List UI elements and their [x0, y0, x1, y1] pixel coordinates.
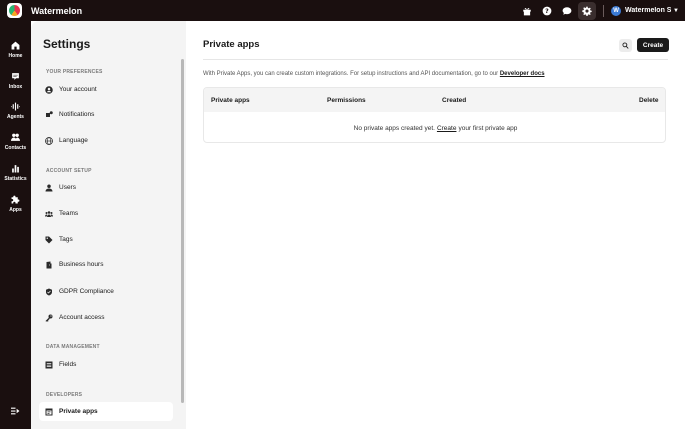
- account-name[interactable]: Watermelon Support: [625, 7, 671, 14]
- door-icon: [46, 261, 52, 268]
- tag-icon: [45, 236, 53, 243]
- nav-item-apps[interactable]: Apps: [0, 195, 31, 213]
- settings-item-label: Your account: [59, 86, 97, 93]
- top-bar-separator: [603, 4, 605, 17]
- settings-item-fields[interactable]: Fields: [39, 355, 173, 374]
- contacts-icon: [11, 133, 20, 141]
- primary-navigation: Home Inbox Agents Contacts Statistics Ap…: [0, 21, 31, 429]
- settings-item-label: Account access: [59, 314, 105, 321]
- section-developers: DEVELOPERS: [46, 392, 83, 398]
- section-account-setup: ACCOUNT SETUP: [46, 168, 92, 174]
- app-title: Watermelon: [31, 5, 83, 16]
- settings-item-private-apps[interactable]: Private apps: [39, 402, 173, 421]
- section-your-preferences: YOUR PREFERENCES: [46, 69, 103, 75]
- settings-item-label: Notifications: [59, 111, 95, 118]
- settings-item-gdpr-compliance[interactable]: GDPR Compliance: [39, 282, 173, 301]
- settings-item-label: Language: [59, 137, 88, 144]
- empty-state-suffix: your first private app: [458, 124, 518, 132]
- svg-text:?: ?: [545, 8, 549, 15]
- column-header-private-apps: Private apps: [211, 96, 250, 104]
- key-icon: [45, 314, 53, 322]
- settings-item-business-hours[interactable]: Business hours: [39, 255, 173, 274]
- settings-item-label: Tags: [59, 236, 73, 243]
- column-header-delete: Delete: [639, 96, 659, 104]
- description-text: With Private Apps, you can create custom…: [203, 71, 499, 77]
- settings-item-notifications[interactable]: Notifications: [39, 105, 173, 124]
- nav-item-inbox[interactable]: Inbox: [0, 72, 31, 90]
- settings-item-label: Business hours: [59, 261, 104, 268]
- chat-button[interactable]: [558, 2, 576, 20]
- account-avatar[interactable]: W: [611, 5, 622, 16]
- create-first-app-link[interactable]: Create: [437, 125, 457, 132]
- chat-bubble-icon: [562, 6, 572, 15]
- nav-item-statistics[interactable]: Statistics: [0, 164, 31, 182]
- header-divider: [203, 59, 668, 60]
- nav-label: Apps: [9, 207, 22, 213]
- page-title: Private apps: [203, 39, 260, 50]
- nav-label: Home: [8, 53, 23, 59]
- app-window-icon: [45, 408, 53, 415]
- top-bar: Watermelon ? W Watermelon Support ▼: [0, 0, 685, 21]
- settings-item-label: Teams: [59, 210, 79, 217]
- private-apps-table: Private apps Permissions Created Delete …: [203, 87, 666, 143]
- settings-item-account-access[interactable]: Account access: [39, 308, 173, 327]
- settings-scrollbar[interactable]: [181, 59, 184, 403]
- settings-item-label: Fields: [59, 361, 77, 368]
- settings-item-label: Users: [59, 184, 76, 191]
- settings-item-language[interactable]: Language: [39, 131, 173, 150]
- settings-title: Settings: [43, 37, 91, 51]
- puzzle-icon: [11, 195, 20, 204]
- empty-state: No private apps created yet. Create your…: [204, 112, 665, 142]
- settings-item-users[interactable]: Users: [39, 178, 173, 197]
- section-data-management: DATA MANAGEMENT: [46, 344, 100, 350]
- gift-button[interactable]: [518, 2, 536, 20]
- nav-item-home[interactable]: Home: [0, 41, 31, 59]
- search-button[interactable]: [619, 39, 632, 52]
- developer-docs-link[interactable]: Developer docs: [500, 71, 545, 77]
- column-header-permissions: Permissions: [327, 96, 366, 104]
- agents-icon: [11, 102, 20, 111]
- settings-sidebar: Settings YOUR PREFERENCES Your account N…: [31, 21, 186, 429]
- user-icon: [45, 184, 53, 191]
- settings-item-teams[interactable]: Teams: [39, 204, 173, 223]
- nav-label: Contacts: [4, 145, 27, 151]
- settings-item-label: GDPR Compliance: [59, 288, 114, 295]
- shield-check-icon: [46, 288, 52, 295]
- app-logo[interactable]: [7, 3, 22, 18]
- settings-item-label: Private apps: [59, 408, 98, 415]
- help-button[interactable]: ?: [538, 2, 556, 20]
- globe-icon: [45, 136, 53, 145]
- home-icon: [11, 41, 20, 50]
- inbox-icon: [12, 73, 19, 80]
- empty-state-text: No private apps created yet.: [353, 124, 435, 132]
- nav-label: Statistics: [4, 176, 27, 182]
- notification-bell-icon: [46, 110, 53, 117]
- watermelon-logo-icon: [9, 5, 20, 16]
- team-icon: [45, 210, 53, 217]
- table-header: Private apps Permissions Created Delete: [204, 88, 665, 112]
- gear-icon: [582, 6, 592, 16]
- nav-label: Agents: [7, 114, 24, 120]
- settings-item-your-account[interactable]: Your account: [39, 80, 173, 99]
- list-fields-icon: [45, 361, 53, 368]
- top-bar-actions: ? W Watermelon Support ▼: [516, 0, 679, 21]
- statistics-icon: [12, 165, 19, 173]
- expand-arrow-icon: [11, 407, 20, 414]
- help-icon: ?: [542, 6, 552, 15]
- chevron-down-icon[interactable]: ▼: [673, 8, 679, 14]
- description: With Private Apps, you can create custom…: [203, 71, 545, 77]
- nav-item-contacts[interactable]: Contacts: [0, 133, 31, 151]
- nav-label: Inbox: [8, 84, 23, 90]
- settings-item-tags[interactable]: Tags: [39, 230, 173, 249]
- user-circle-icon: [45, 85, 53, 94]
- nav-item-agents[interactable]: Agents: [0, 102, 31, 120]
- settings-button[interactable]: [578, 1, 597, 20]
- search-icon: [622, 42, 629, 49]
- create-button[interactable]: Create: [637, 38, 669, 52]
- collapse-navigation-button[interactable]: [10, 406, 21, 415]
- gift-icon: [523, 7, 531, 15]
- main-content: Private apps Create With Private Apps, y…: [186, 21, 685, 429]
- column-header-created: Created: [442, 96, 467, 104]
